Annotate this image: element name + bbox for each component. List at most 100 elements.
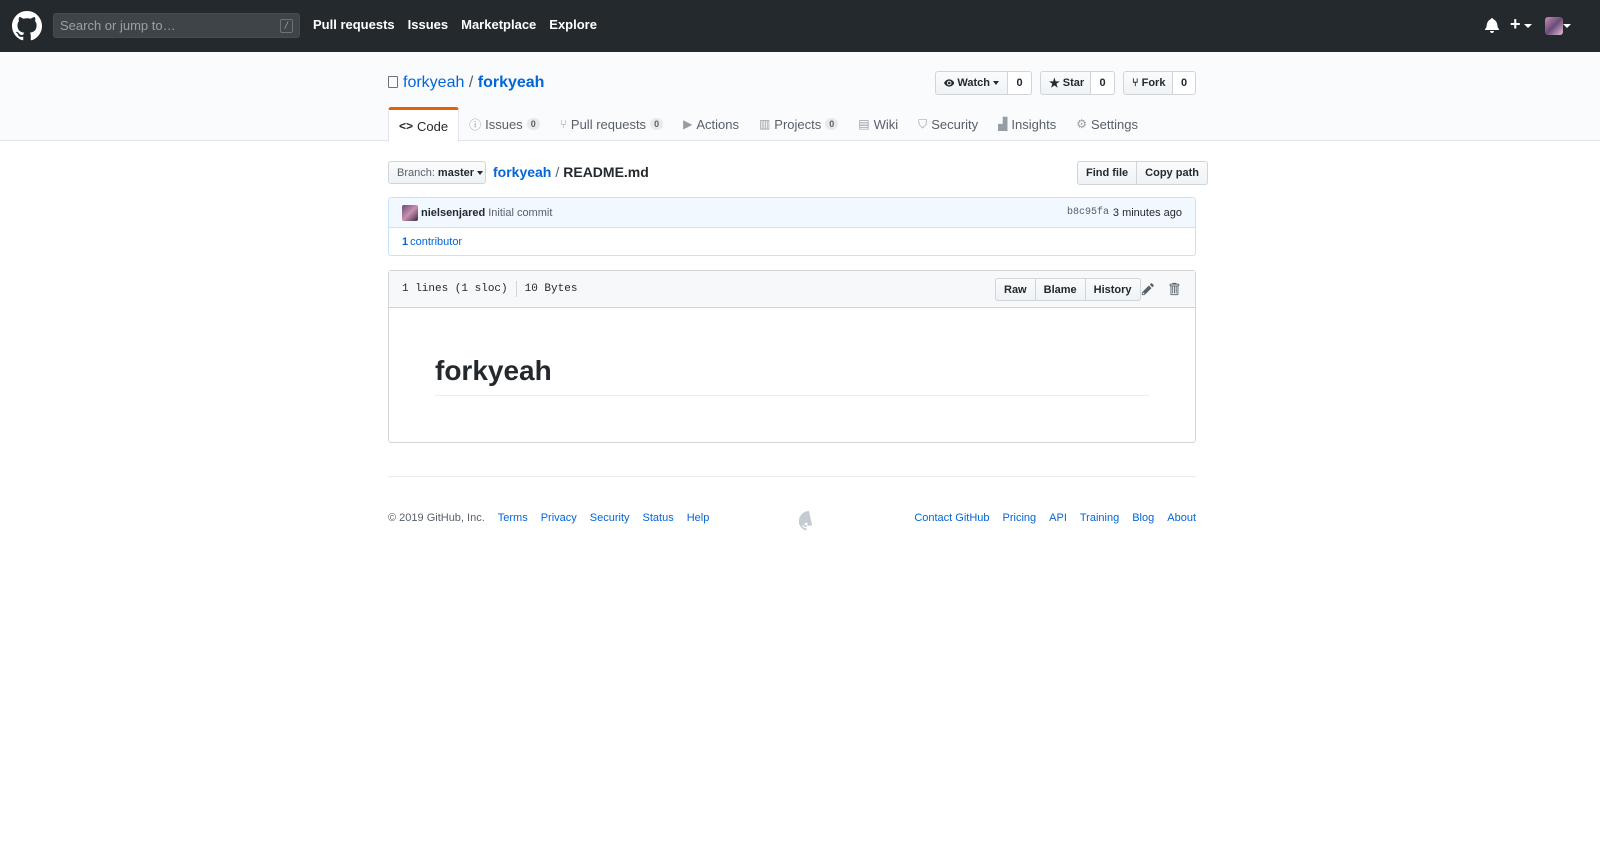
footer-copyright: © 2019 GitHub, Inc. [388, 512, 485, 524]
tab-projects[interactable]: ▥ Projects 0 [749, 107, 848, 141]
history-button[interactable]: History [1084, 278, 1141, 301]
copy-path-button[interactable]: Copy path [1137, 161, 1208, 185]
user-menu-caret-icon[interactable] [1563, 24, 1571, 28]
fork-icon: ⑂ [1132, 77, 1139, 89]
star-count[interactable]: 0 [1091, 71, 1115, 95]
footer-link-about[interactable]: About [1167, 512, 1196, 524]
breadcrumb-repo-link[interactable]: forkyeah [493, 164, 551, 180]
readme-heading: forkyeah [435, 355, 1149, 396]
footer-link-help[interactable]: Help [687, 512, 710, 524]
commit-time: 3 minutes ago [1112, 206, 1182, 219]
file-info-divider [515, 281, 517, 297]
tab-pull-requests[interactable]: ⑂ Pull requests 0 [550, 107, 673, 141]
github-logo-icon[interactable] [12, 11, 42, 41]
site-footer: © 2019 GitHub, Inc. Terms Privacy Securi… [388, 476, 1196, 536]
footer-link-terms[interactable]: Terms [498, 512, 528, 524]
create-dropdown-caret-icon[interactable] [1524, 24, 1532, 28]
commit-info: nielsenjared Initial commit b8c95fa 3 mi… [389, 198, 1195, 228]
tab-actions[interactable]: ▶ Actions [673, 107, 749, 141]
footer-link-status[interactable]: Status [643, 512, 674, 524]
watch-label: Watch [957, 77, 990, 89]
tab-label: Settings [1090, 116, 1138, 132]
contributors-label: contributor [410, 236, 463, 248]
footer-link-privacy[interactable]: Privacy [541, 512, 577, 524]
fork-button[interactable]: ⑂ Fork [1123, 71, 1173, 95]
notifications-bell-icon[interactable] [1485, 17, 1499, 33]
repo-tabs: <> Code ⓘ Issues 0 ⑂ Pull requests 0 ▶ A… [388, 107, 1148, 142]
create-new-plus-icon[interactable]: + [1510, 14, 1521, 35]
play-icon: ▶ [683, 117, 693, 131]
tab-label: Security [931, 116, 979, 132]
raw-button[interactable]: Raw [995, 278, 1036, 301]
branch-prefix: Branch: [397, 166, 435, 179]
tab-label: Pull requests [570, 116, 647, 132]
watch-caret-icon [993, 81, 999, 85]
commit-sha-link[interactable]: b8c95fa [1067, 207, 1109, 218]
contributors-link[interactable]: 1 contributor [389, 228, 1195, 256]
footer-right-links: Contact GitHub Pricing API Training Blog… [914, 512, 1196, 524]
issues-counter: 0 [526, 118, 540, 130]
footer-link-blog[interactable]: Blog [1132, 512, 1154, 524]
contributors-count: 1 [402, 236, 409, 248]
star-group: ★ Star 0 [1040, 71, 1115, 95]
branch-select-button[interactable]: Branch: master [388, 161, 486, 184]
breadcrumb-separator: / [555, 164, 560, 180]
search-input[interactable] [54, 14, 299, 37]
eye-icon [944, 79, 955, 87]
commit-tease: nielsenjared Initial commit b8c95fa 3 mi… [388, 197, 1196, 256]
footer-link-security[interactable]: Security [590, 512, 630, 524]
watch-group: Watch 0 [935, 71, 1032, 95]
file-viewer: 1 lines (1 sloc) 10 Bytes Raw Blame Hist… [388, 270, 1196, 443]
tab-label: Projects [774, 116, 822, 132]
search-shortcut-key: / [280, 19, 293, 33]
projects-counter: 0 [825, 118, 839, 130]
tab-issues[interactable]: ⓘ Issues 0 [459, 107, 550, 141]
tab-settings[interactable]: ⚙ Settings [1066, 107, 1148, 141]
nav-pull-requests[interactable]: Pull requests [313, 17, 395, 32]
branch-name: master [437, 166, 474, 179]
project-icon: ▥ [758, 117, 771, 131]
footer-link-pricing[interactable]: Pricing [1003, 512, 1037, 524]
nav-issues[interactable]: Issues [408, 17, 448, 32]
shield-icon: ⛉ [918, 116, 928, 131]
star-button[interactable]: ★ Star [1040, 71, 1091, 95]
tab-insights[interactable]: ▟ Insights [988, 107, 1066, 141]
commit-author-link[interactable]: nielsenjared [421, 207, 485, 219]
star-label: Star [1062, 77, 1085, 89]
commit-author-avatar[interactable] [402, 204, 418, 221]
file-header: 1 lines (1 sloc) 10 Bytes Raw Blame Hist… [389, 271, 1195, 308]
user-avatar[interactable] [1545, 17, 1563, 35]
pencil-icon[interactable] [1141, 282, 1155, 296]
pull-request-icon: ⑂ [559, 117, 567, 131]
fork-label: Fork [1141, 77, 1166, 89]
search-box: / [53, 13, 300, 38]
breadcrumb-file-name: README.md [563, 164, 649, 180]
repo-name-link[interactable]: forkyeah [478, 74, 545, 91]
nav-explore[interactable]: Explore [549, 17, 597, 32]
footer-link-contact[interactable]: Contact GitHub [914, 512, 989, 524]
repo-title-separator: / [468, 74, 474, 91]
github-footer-logo-icon[interactable] [799, 511, 819, 531]
readme-content: forkyeah [389, 308, 1195, 396]
trash-icon[interactable] [1168, 282, 1180, 296]
nav-marketplace[interactable]: Marketplace [461, 17, 536, 32]
tab-wiki[interactable]: ▤ Wiki [848, 107, 908, 141]
tab-code[interactable]: <> Code [388, 107, 460, 142]
footer-link-training[interactable]: Training [1080, 512, 1119, 524]
file-lines-info: 1 lines (1 sloc) [402, 283, 508, 295]
commit-message-link[interactable]: Initial commit [488, 207, 552, 219]
fork-count[interactable]: 0 [1173, 71, 1196, 95]
gear-icon: ⚙ [1076, 117, 1087, 131]
fork-group: ⑂ Fork 0 [1123, 71, 1196, 95]
tab-security[interactable]: ⛉ Security [908, 107, 988, 141]
watch-count[interactable]: 0 [1008, 71, 1032, 95]
file-action-buttons: Raw Blame History [995, 278, 1141, 301]
branch-caret-icon [477, 170, 483, 175]
footer-link-api[interactable]: API [1049, 512, 1067, 524]
code-icon: <> [399, 119, 414, 133]
watch-button[interactable]: Watch [935, 71, 1008, 95]
blame-button[interactable]: Blame [1034, 278, 1086, 301]
tab-label: Wiki [873, 116, 899, 132]
find-file-button[interactable]: Find file [1077, 161, 1138, 185]
repo-owner-link[interactable]: forkyeah [403, 74, 464, 91]
